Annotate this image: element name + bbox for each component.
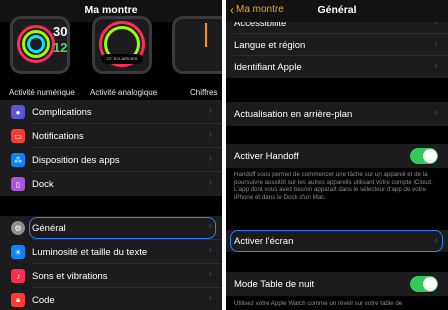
face-label: Activité analogique xyxy=(90,88,158,97)
gear-icon: ⚙ xyxy=(11,221,25,235)
face-label: Activité numérique xyxy=(9,88,75,97)
stand-ring-icon xyxy=(27,35,45,53)
app-layout-icon: ⁂ xyxy=(11,153,25,167)
settings-group-background: Actualisation en arrière-plan › xyxy=(226,102,448,126)
face-time-minutes: 30 xyxy=(53,24,68,39)
settings-group-nightstand: Mode Table de nuit xyxy=(226,272,448,296)
list-item-label: Sons et vibrations xyxy=(32,270,108,282)
list-item-label: Complications xyxy=(32,106,92,118)
chevron-right-icon: › xyxy=(434,39,438,50)
nightstand-row: Mode Table de nuit xyxy=(226,272,448,296)
navigation-bar: ‹ Ma montre Général xyxy=(226,0,448,22)
list-item-sounds[interactable]: ♪ Sons et vibrations › xyxy=(0,264,222,288)
focus-highlight xyxy=(29,217,216,239)
lock-icon: 🔒︎ xyxy=(11,293,25,307)
chevron-right-icon: › xyxy=(434,61,438,72)
watch-face-activity-analog[interactable]: 22° ÉCLAIRCIES xyxy=(92,16,152,74)
list-item-label: Langue et région xyxy=(234,39,306,51)
watch-face-activity-digital[interactable]: 30 12 xyxy=(10,16,70,74)
list-item-passcode[interactable]: 🔒︎ Code › xyxy=(0,288,222,310)
notifications-icon: ▭ xyxy=(11,129,25,143)
list-item-complications[interactable]: ● Complications › xyxy=(0,100,222,124)
focus-highlight xyxy=(230,230,443,252)
list-item-apple-id[interactable]: Identifiant Apple › xyxy=(226,56,448,78)
list-item-label: Disposition des apps xyxy=(32,154,120,166)
chevron-right-icon: › xyxy=(208,177,212,188)
list-item-label: Actualisation en arrière-plan xyxy=(234,108,353,120)
nightstand-toggle[interactable] xyxy=(410,276,438,292)
handoff-toggle[interactable] xyxy=(410,148,438,164)
list-item-app-layout[interactable]: ⁂ Disposition des apps › xyxy=(0,148,222,172)
speaker-icon: ♪ xyxy=(11,269,25,283)
settings-group-handoff: Activer Handoff xyxy=(226,144,448,168)
general-screen: Accessibilité › Langue et région › Ident… xyxy=(226,0,448,310)
handoff-label: Activer Handoff xyxy=(234,150,299,162)
face-label: Chiffres xyxy=(190,88,218,97)
list-item-language-region[interactable]: Langue et région › xyxy=(226,34,448,56)
my-watch-screen: Ma montre 30 12 Activité numérique 22° É… xyxy=(0,0,222,310)
weather-complication: 22° ÉCLAIRCIES xyxy=(101,54,143,64)
list-item-label: Code xyxy=(32,294,55,306)
nightstand-description: Utilisez votre Apple Watch comme un réve… xyxy=(234,300,403,307)
list-item-label: Identifiant Apple xyxy=(234,61,302,73)
chevron-right-icon: › xyxy=(208,129,212,140)
chevron-right-icon: › xyxy=(208,293,212,304)
list-item-notifications[interactable]: ▭ Notifications › xyxy=(0,124,222,148)
handoff-row: Activer Handoff xyxy=(226,144,448,168)
page-title: Général xyxy=(317,4,357,16)
settings-group-faces: ● Complications › ▭ Notifications › ⁂ Di… xyxy=(0,100,222,196)
chevron-right-icon: › xyxy=(208,269,212,280)
page-title: Ma montre xyxy=(84,4,138,16)
list-item-background-refresh[interactable]: Actualisation en arrière-plan › xyxy=(226,102,448,126)
face-time-seconds: 12 xyxy=(53,40,68,55)
chevron-right-icon: › xyxy=(208,153,212,164)
brightness-icon: ☀ xyxy=(11,245,25,259)
clock-hand-icon xyxy=(205,23,207,47)
list-item-brightness[interactable]: ☀ Luminosité et taille du texte › xyxy=(0,240,222,264)
watch-face-numerals[interactable] xyxy=(172,16,222,74)
list-item-label: Dock xyxy=(32,178,54,190)
dock-icon: ▯ xyxy=(11,177,25,191)
chevron-right-icon: › xyxy=(208,245,212,256)
nightstand-label: Mode Table de nuit xyxy=(234,278,315,290)
chevron-right-icon: › xyxy=(434,107,438,118)
chevron-right-icon: › xyxy=(208,105,212,116)
list-item-dock[interactable]: ▯ Dock › xyxy=(0,172,222,196)
list-item-label: Luminosité et taille du texte xyxy=(32,246,148,258)
watch-faces-gallery[interactable]: 30 12 Activité numérique 22° ÉCLAIRCIES … xyxy=(0,16,222,97)
complications-icon: ● xyxy=(11,105,25,119)
handoff-description: Handoff vous permet de commencer une tâc… xyxy=(234,171,433,201)
list-item-label: Notifications xyxy=(32,130,84,142)
